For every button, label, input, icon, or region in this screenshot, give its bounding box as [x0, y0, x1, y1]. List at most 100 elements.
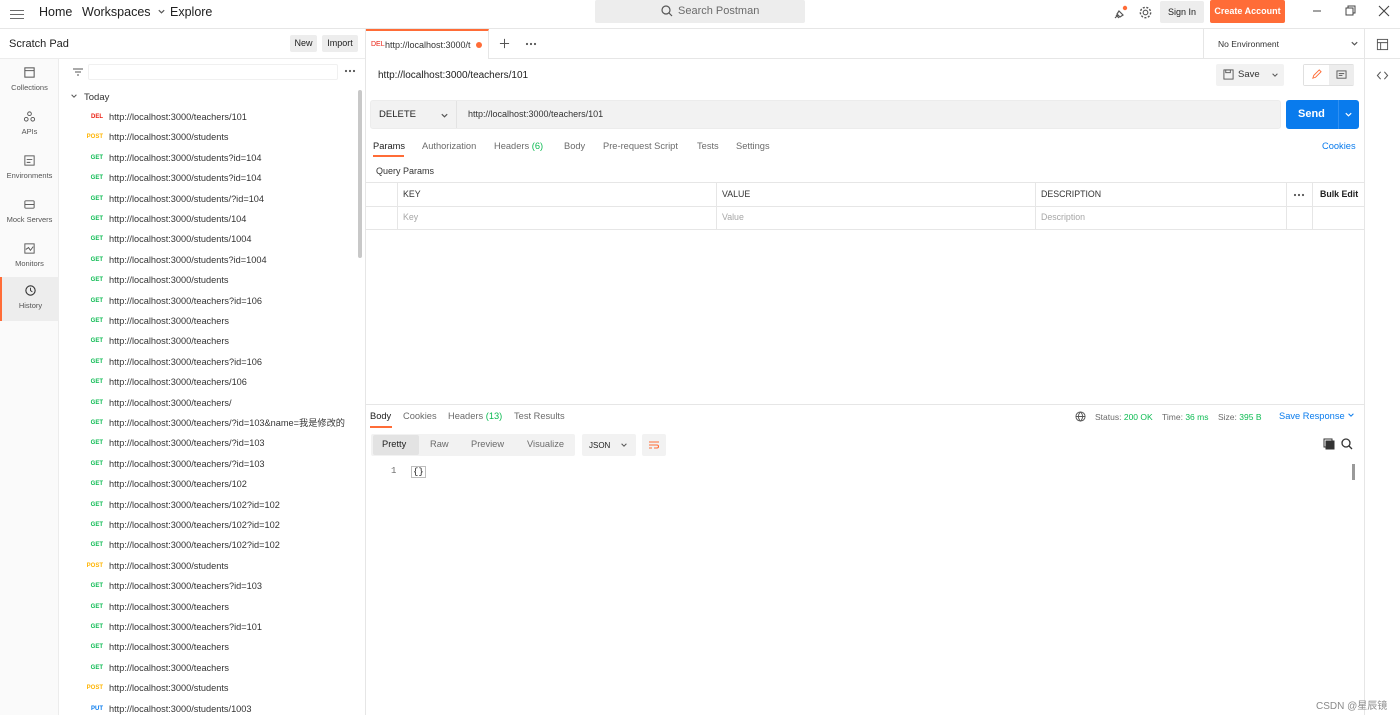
format-pretty[interactable]: Pretty: [382, 439, 406, 449]
plus-icon[interactable]: [499, 38, 510, 49]
more-options-icon[interactable]: [344, 68, 356, 74]
satellite-icon[interactable]: [1113, 5, 1129, 21]
value-input[interactable]: Value: [722, 212, 744, 222]
search-bar[interactable]: Search Postman: [595, 0, 805, 23]
history-item[interactable]: GET http://localhost:3000/teachers/102?id…: [59, 495, 349, 515]
nav-home[interactable]: Home: [39, 0, 72, 29]
history-item[interactable]: GET http://localhost:3000/students/104: [59, 209, 349, 229]
save-button[interactable]: Save: [1216, 64, 1284, 86]
copy-icon[interactable]: [1323, 438, 1335, 450]
url-input[interactable]: http://localhost:3000/teachers/101: [468, 109, 603, 119]
environment-selector[interactable]: No Environment: [1203, 29, 1364, 59]
close-icon[interactable]: [1376, 3, 1392, 19]
gear-icon[interactable]: [1138, 5, 1153, 20]
cookies-link[interactable]: Cookies: [1322, 141, 1356, 151]
sign-in-button[interactable]: Sign In: [1160, 1, 1204, 23]
sidebar-item-environments[interactable]: Environments: [0, 147, 59, 191]
globe-icon[interactable]: [1075, 411, 1086, 422]
history-item[interactable]: GET http://localhost:3000/teachers?id=106: [59, 352, 349, 372]
history-item[interactable]: GET http://localhost:3000/teachers/102?id…: [59, 535, 349, 555]
history-item[interactable]: GET http://localhost:3000/teachers?id=106: [59, 291, 349, 311]
history-item[interactable]: GET http://localhost:3000/teachers/?id=10…: [59, 454, 349, 474]
method-select[interactable]: DELETE: [371, 101, 457, 128]
sidebar-item-monitors[interactable]: Monitors: [0, 235, 59, 279]
bulk-edit-button[interactable]: Bulk Edit: [1320, 189, 1358, 199]
environment-quick-look-icon[interactable]: [1376, 38, 1389, 51]
response-scrollbar[interactable]: [1352, 464, 1355, 480]
history-item[interactable]: GET http://localhost:3000/teachers/?id=10…: [59, 433, 349, 453]
menu-icon[interactable]: [10, 7, 24, 21]
history-group-today[interactable]: Today: [70, 92, 109, 103]
tab-tests[interactable]: Tests: [697, 141, 719, 151]
nav-explore[interactable]: Explore: [170, 0, 212, 29]
response-tab-test-results[interactable]: Test Results: [514, 411, 565, 421]
history-item[interactable]: POST http://localhost:3000/students: [59, 127, 349, 147]
format-visualize[interactable]: Visualize: [527, 439, 564, 449]
sidebar-item-mock-servers[interactable]: Mock Servers: [0, 191, 59, 235]
history-item[interactable]: GET http://localhost:3000/teachers: [59, 311, 349, 331]
history-item[interactable]: PUT http://localhost:3000/students/1003: [59, 699, 349, 719]
minimize-icon[interactable]: [1309, 3, 1325, 19]
history-item[interactable]: GET http://localhost:3000/students?id=104: [59, 168, 349, 188]
history-scrollbar[interactable]: [358, 90, 362, 258]
tab-headers[interactable]: Headers (6): [494, 141, 543, 151]
edit-button[interactable]: [1304, 65, 1329, 85]
history-item[interactable]: POST http://localhost:3000/students: [59, 678, 349, 698]
history-item[interactable]: GET http://localhost:3000/teachers: [59, 597, 349, 617]
history-item[interactable]: GET http://localhost:3000/teachers: [59, 637, 349, 657]
history-item[interactable]: GET http://localhost:3000/students: [59, 270, 349, 290]
description-input[interactable]: Description: [1041, 212, 1085, 222]
history-item[interactable]: GET http://localhost:3000/teachers/?id=10…: [59, 413, 349, 433]
sidebar-item-history[interactable]: History: [0, 277, 59, 321]
sidebar-item-apis[interactable]: APIs: [0, 103, 59, 147]
tab-settings[interactable]: Settings: [736, 141, 770, 151]
history-item[interactable]: GET http://localhost:3000/teachers/: [59, 393, 349, 413]
new-button[interactable]: New: [290, 35, 317, 52]
comments-button[interactable]: [1329, 65, 1354, 85]
import-button[interactable]: Import: [322, 35, 358, 52]
tab-pre-request-script[interactable]: Pre-request Script: [603, 141, 678, 151]
request-tab[interactable]: DEL http://localhost:3000/t: [366, 29, 489, 59]
request-title[interactable]: http://localhost:3000/teachers/101: [378, 70, 528, 81]
key-input[interactable]: Key: [403, 212, 418, 222]
restore-icon[interactable]: [1342, 3, 1358, 19]
filter-icon[interactable]: [72, 66, 84, 78]
more-options-icon[interactable]: [1293, 192, 1305, 198]
save-response-button[interactable]: Save Response: [1279, 411, 1355, 421]
history-item[interactable]: DEL http://localhost:3000/teachers/101: [59, 107, 349, 127]
response-tab-body[interactable]: Body: [370, 411, 391, 421]
response-tab-cookies[interactable]: Cookies: [403, 411, 437, 421]
send-button[interactable]: Send: [1286, 100, 1359, 129]
format-preview[interactable]: Preview: [471, 439, 504, 449]
more-tabs-icon[interactable]: [525, 41, 537, 47]
nav-workspaces[interactable]: Workspaces: [82, 0, 166, 29]
history-item[interactable]: GET http://localhost:3000/teachers?id=101: [59, 617, 349, 637]
response-tab-headers[interactable]: Headers (13): [448, 411, 502, 421]
wrap-lines-button[interactable]: [642, 434, 666, 456]
history-item[interactable]: POST http://localhost:3000/students: [59, 556, 349, 576]
history-filter-input[interactable]: [88, 64, 338, 80]
sidebar-item-collections[interactable]: Collections: [0, 59, 59, 103]
tab-params[interactable]: Params: [373, 141, 405, 151]
history-item[interactable]: GET http://localhost:3000/teachers?id=103: [59, 576, 349, 596]
history-item-url: http://localhost:3000/students/1003: [109, 703, 252, 714]
language-select[interactable]: JSON: [582, 434, 636, 456]
create-account-button[interactable]: Create Account: [1210, 0, 1285, 23]
history-item[interactable]: GET http://localhost:3000/teachers/106: [59, 372, 349, 392]
tab-body[interactable]: Body: [564, 141, 585, 151]
format-raw[interactable]: Raw: [430, 439, 449, 449]
history-item[interactable]: GET http://localhost:3000/teachers/102?id…: [59, 515, 349, 535]
history-item[interactable]: GET http://localhost:3000/teachers: [59, 658, 349, 678]
history-item[interactable]: GET http://localhost:3000/students/?id=10…: [59, 189, 349, 209]
tab-authorization[interactable]: Authorization: [422, 141, 476, 151]
history-item[interactable]: GET http://localhost:3000/students?id=104: [59, 148, 349, 168]
search-icon[interactable]: [1341, 438, 1353, 450]
response-body[interactable]: {}: [411, 466, 426, 478]
code-icon[interactable]: [1376, 69, 1389, 82]
history-item[interactable]: GET http://localhost:3000/students/1004: [59, 229, 349, 249]
history-item[interactable]: GET http://localhost:3000/teachers: [59, 331, 349, 351]
history-item[interactable]: GET http://localhost:3000/teachers/102: [59, 474, 349, 494]
chevron-down-icon[interactable]: [1344, 110, 1353, 119]
history-item[interactable]: GET http://localhost:3000/students?id=100…: [59, 250, 349, 270]
response-divider[interactable]: [366, 404, 1364, 405]
